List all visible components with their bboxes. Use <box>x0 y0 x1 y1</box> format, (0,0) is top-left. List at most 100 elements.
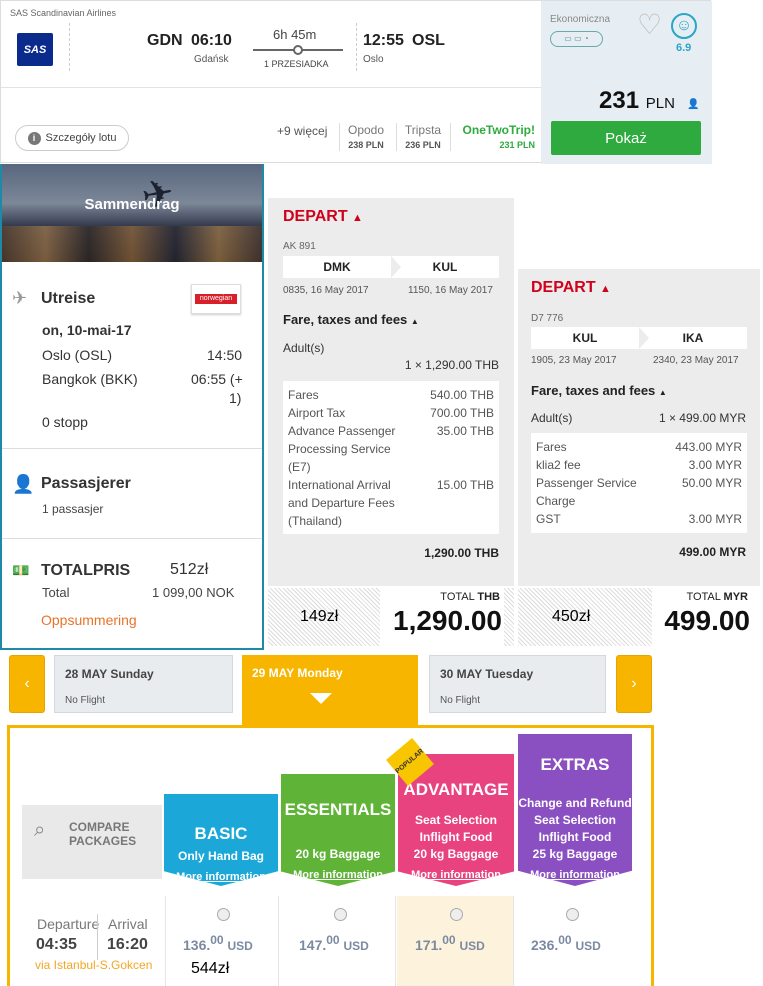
fare-label: Fares <box>536 440 567 454</box>
booking-summary: ✈ Sammendrag ✈ Utreise norwegian on, 10-… <box>0 164 264 650</box>
fare-row: klia2 fee 3.00 MYR <box>536 456 742 474</box>
fare-row: Passenger Service Charge 50.00 MYR <box>536 474 742 510</box>
package-feature: Only Hand Bag <box>177 849 264 863</box>
smiley-icon: ☺ <box>671 13 697 39</box>
arrival-time: 06:55 (+ <box>191 371 243 387</box>
person-icon: 👤 <box>687 99 700 110</box>
date-note: No Flight <box>65 695 106 706</box>
price-currency: PLN <box>645 95 675 112</box>
flight-number: AK 891 <box>283 241 316 252</box>
summary-title: Sammendrag <box>84 196 180 213</box>
package-feature: Change and Refund <box>518 796 632 810</box>
airline-logo-text: norwegian <box>195 294 237 304</box>
summary-banner: ✈ Sammendrag <box>2 164 262 262</box>
date-label: 29 MAY Monday <box>252 666 343 680</box>
package-feature: Seat Selection <box>533 813 617 827</box>
provider-offer[interactable]: Tripsta 236 PLN <box>400 123 446 150</box>
date-label: 28 MAY Sunday <box>65 667 154 681</box>
fare-value: 50.00 MYR <box>681 476 742 490</box>
provider-price: 231 PLN <box>499 140 535 150</box>
provider-offer-best[interactable]: OneTwoTrip! 231 PLN <box>455 123 535 150</box>
total-label-text: TOTAL <box>686 591 721 603</box>
summary-link[interactable]: Oppsummering <box>41 612 137 628</box>
fare-header[interactable]: Fare, taxes and fees ▲ <box>531 383 667 398</box>
total-pln: 512zł <box>170 561 209 578</box>
depart-panel-1: DEPART ▲ AK 891 DMK KUL 0835, 16 May 201… <box>268 198 514 586</box>
stops-count: 1 PRZESIADKA <box>264 59 329 69</box>
package-radio-extras[interactable] <box>566 908 579 921</box>
package-name: ESSENTIALS <box>284 800 392 819</box>
cabin-class: Ekonomiczna <box>550 14 611 25</box>
passengers-label: Passasjerer <box>41 475 131 492</box>
airline-logo: norwegian <box>191 284 241 314</box>
via-airport: via Istanbul-S.Gokcen <box>35 958 153 972</box>
compare-packages[interactable]: ⌕ COMPARE PACKAGES <box>22 805 162 879</box>
total-pln: 450zł <box>552 608 591 625</box>
chevron-down-icon <box>310 693 332 704</box>
route-destination: KUL <box>432 260 458 274</box>
departure-time: 14:50 <box>207 347 243 363</box>
total-currency: MYR <box>723 591 748 603</box>
fare-row: Airport Tax 700.00 THB <box>288 404 494 422</box>
caret-up-icon[interactable]: ▲ <box>352 212 363 224</box>
fare-value: 15.00 THB <box>436 478 494 492</box>
package-essentials[interactable]: ESSENTIALS 20 kg Baggage More informatio… <box>281 774 395 886</box>
total-label: TOTAL THB <box>398 591 500 603</box>
price-currency: USD <box>575 939 601 953</box>
provider-name: OneTwoTrip! <box>462 123 535 137</box>
departure-datetime: 0835, 16 May 2017 <box>283 285 369 296</box>
arrival-datetime: 2340, 23 May 2017 <box>653 355 739 366</box>
date-note: No Flight <box>440 695 481 706</box>
provider-price: 238 PLN <box>348 140 384 150</box>
prev-date-button[interactable]: ‹ <box>9 655 45 713</box>
show-button[interactable]: Pokaż <box>551 121 701 155</box>
package-price-essentials: 147.00 USD <box>299 933 369 953</box>
date-option[interactable]: 28 MAY Sunday No Flight <box>54 655 233 713</box>
date-option-selected[interactable]: 29 MAY Monday <box>242 655 418 725</box>
price-cents: 00 <box>558 933 572 947</box>
total-value: 1,290.00 <box>393 605 502 636</box>
outbound-date: on, 10-mai-17 <box>42 322 132 338</box>
airline-name: SAS Scandinavian Airlines <box>10 8 117 18</box>
heart-icon[interactable]: ♡ <box>637 11 662 39</box>
depart-panel-2: DEPART ▲ D7 776 KUL IKA 1905, 23 May 201… <box>518 269 760 586</box>
package-radio-basic[interactable] <box>217 908 230 921</box>
amenities-icon: ▭ ▭ ◔ <box>550 31 603 47</box>
arrival-day-offset: 1) <box>229 390 242 406</box>
more-offers-link[interactable]: +9 więcej <box>277 124 327 138</box>
banner-image <box>2 226 262 262</box>
fare-label: GST <box>536 512 561 526</box>
provider-offer[interactable]: Opodo 238 PLN <box>344 123 388 150</box>
divider <box>69 23 70 71</box>
package-basic[interactable]: BASIC Only Hand Bag More information <box>164 794 278 886</box>
fare-header-text: Fare, taxes and fees <box>531 383 656 398</box>
caret-up-icon[interactable]: ▲ <box>600 283 611 295</box>
package-radio-advantage[interactable] <box>450 908 463 921</box>
arrival-time: 16:20 <box>107 936 148 953</box>
origin-airport: Oslo (OSL) <box>42 347 113 363</box>
price-main: 236. <box>531 937 559 953</box>
flight-details-button[interactable]: i Szczegóły lotu <box>15 125 129 151</box>
stop-dot-icon <box>293 45 303 55</box>
fare-value: 443.00 MYR <box>675 440 742 454</box>
depart-title-text: DEPART <box>283 208 348 225</box>
route: DMK KUL <box>283 256 499 278</box>
date-option[interactable]: 30 MAY Tuesday No Flight <box>429 655 606 713</box>
rating-score: 6.9 <box>676 42 692 54</box>
price-cents: 00 <box>326 933 340 947</box>
divider <box>2 448 262 449</box>
package-feature: Inflight Food <box>538 830 612 844</box>
depart-title: DEPART ▲ <box>283 208 363 226</box>
subtotal: 1,290.00 THB <box>424 546 499 560</box>
fare-header[interactable]: Fare, taxes and fees ▲ <box>283 312 419 327</box>
package-radio-essentials[interactable] <box>334 908 347 921</box>
fare-breakdown: Fares 540.00 THB Airport Tax 700.00 THB Ad… <box>283 381 499 534</box>
airline-logo: SAS <box>17 33 53 66</box>
total-nok: 1 099,00 NOK <box>152 585 235 600</box>
package-extras[interactable]: EXTRAS Change and Refund Seat Selection … <box>518 734 632 886</box>
next-date-button[interactable]: › <box>616 655 652 713</box>
adult-label: Adult(s) <box>283 341 325 355</box>
stops: 0 stopp <box>42 414 88 430</box>
fare-value: 3.00 MYR <box>688 512 742 526</box>
chevron-left-icon: ‹ <box>24 675 30 692</box>
